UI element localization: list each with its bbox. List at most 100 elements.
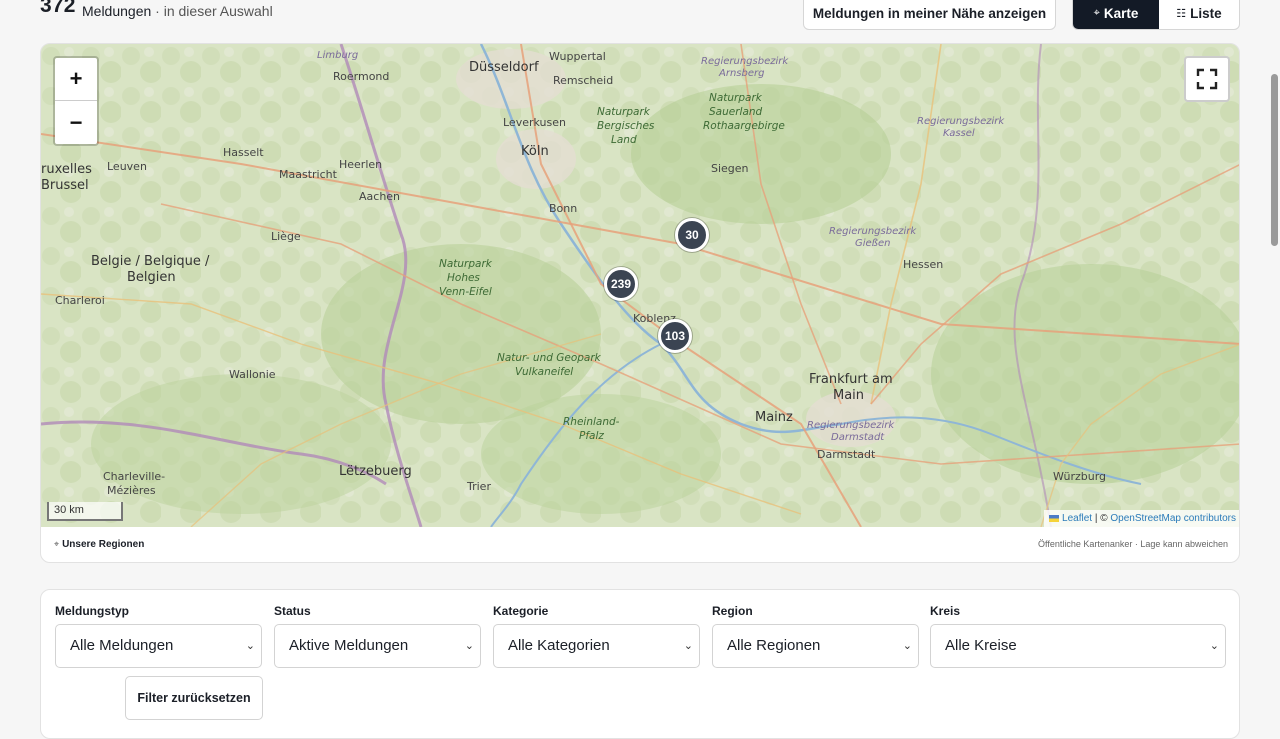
zoom-in-button[interactable]: + xyxy=(55,58,97,101)
page-scrollbar[interactable] xyxy=(1268,0,1280,720)
region-filter-value: Alle Regionen xyxy=(727,637,821,654)
map-view-button[interactable]: ⌖ Karte xyxy=(1073,0,1159,29)
place-label: Würzburg xyxy=(1053,470,1107,483)
osm-link[interactable]: OpenStreetMap contributors xyxy=(1110,513,1236,524)
place-label: Pfalz xyxy=(579,430,604,442)
place-label: Aachen xyxy=(359,190,401,203)
district-filter-label: Kreis xyxy=(930,604,961,618)
place-label: Remscheid xyxy=(553,74,614,87)
place-label: Main xyxy=(833,388,865,403)
marker-cluster[interactable]: 103 xyxy=(658,319,692,353)
map-canvas[interactable]: Düsseldorf Wuppertal Remscheid Leverkuse… xyxy=(41,44,1239,527)
zoom-control: + − xyxy=(53,56,99,146)
place-label: Charleroi xyxy=(55,294,105,307)
place-label: Bonn xyxy=(549,202,578,215)
place-label: Mézières xyxy=(107,484,156,497)
place-label: Gießen xyxy=(855,238,891,249)
leaflet-link[interactable]: Leaflet xyxy=(1062,513,1092,524)
place-label: Venn-Eifel xyxy=(439,286,492,298)
map-card: Düsseldorf Wuppertal Remscheid Leverkuse… xyxy=(40,43,1240,563)
status-filter-value: Aktive Meldungen xyxy=(289,637,409,654)
marker-cluster[interactable]: 239 xyxy=(604,267,638,301)
place-label: Regierungsbezirk xyxy=(917,116,1005,127)
type-filter-label: Meldungstyp xyxy=(55,604,129,618)
place-label: Regierungsbezirk xyxy=(807,420,895,431)
status-filter-select[interactable]: Aktive Meldungen ⌄ xyxy=(274,624,481,668)
place-label: Düsseldorf xyxy=(469,60,539,75)
chevron-down-icon: ⌄ xyxy=(245,640,255,652)
district-filter-value: Alle Kreise xyxy=(945,637,1017,654)
chevron-down-icon: ⌄ xyxy=(1209,640,1219,652)
fullscreen-icon xyxy=(1196,68,1218,90)
place-label: Naturpark xyxy=(597,106,650,118)
place-label: Köln xyxy=(521,144,549,159)
place-label: Belgien xyxy=(127,270,176,285)
crosshair-icon: ⌖ xyxy=(1093,6,1100,19)
place-label: Vulkaneifel xyxy=(515,366,574,378)
place-label: Rothaargebirge xyxy=(703,120,785,132)
place-label: Mainz xyxy=(755,410,793,425)
view-toggle: ⌖ Karte ☷ Liste xyxy=(1072,0,1240,30)
marker-cluster[interactable]: 30 xyxy=(675,218,709,252)
result-count: 372 xyxy=(40,0,76,17)
map-view-label: Karte xyxy=(1103,5,1139,21)
place-label: Frankfurt am xyxy=(809,372,893,387)
place-label: Wuppertal xyxy=(549,50,606,63)
place-label: Regierungsbezirk xyxy=(701,56,789,67)
type-filter-select[interactable]: Alle Meldungen ⌄ xyxy=(55,624,262,668)
place-label: Sauerland xyxy=(709,106,763,118)
map-attribution: Leaflet | © OpenStreetMap contributors xyxy=(1044,510,1239,527)
fullscreen-button[interactable] xyxy=(1184,56,1230,102)
place-label: Brussel xyxy=(41,178,89,193)
map-scale: 30 km xyxy=(47,502,123,521)
place-label: Darmstadt xyxy=(817,448,876,461)
show-nearby-button[interactable]: Meldungen in meiner Nähe anzeigen xyxy=(803,0,1056,30)
map-footer: ⌖ Unsere Regionen Öffentliche Kartenanke… xyxy=(41,527,1239,562)
filter-card: Meldungstyp Alle Meldungen ⌄ Status Akti… xyxy=(40,589,1240,739)
place-label: Liège xyxy=(271,230,301,243)
region-filter-select[interactable]: Alle Regionen ⌄ xyxy=(712,624,919,668)
count-label-main: Meldungen xyxy=(82,3,152,19)
place-label: Hohes xyxy=(447,272,480,284)
zoom-out-button[interactable]: − xyxy=(55,101,97,144)
place-label: Naturpark xyxy=(709,92,762,104)
place-label: Maastricht xyxy=(279,168,337,181)
chevron-down-icon: ⌄ xyxy=(464,640,474,652)
reset-filters-button[interactable]: Filter zurücksetzen xyxy=(125,676,263,720)
region-filter-label: Region xyxy=(712,604,753,618)
our-regions-link[interactable]: ⌖ Unsere Regionen xyxy=(54,539,144,550)
place-label: Arnsberg xyxy=(719,68,765,79)
place-label: Bergisches xyxy=(597,120,655,132)
place-label: Natur- und Geopark xyxy=(497,352,601,364)
category-filter-select[interactable]: Alle Kategorien ⌄ xyxy=(493,624,700,668)
count-label-sub: · in dieser Auswahl xyxy=(155,3,273,19)
place-label: Hasselt xyxy=(223,146,264,159)
place-label: Land xyxy=(611,134,637,146)
place-label: Leuven xyxy=(107,160,147,173)
place-label: Limburg xyxy=(317,50,359,61)
type-filter-value: Alle Meldungen xyxy=(70,637,174,654)
ukraine-flag-icon xyxy=(1049,514,1060,522)
place-label: Lëtzebuerg xyxy=(339,464,412,479)
scrollbar-thumb[interactable] xyxy=(1271,74,1278,246)
place-label: Belgie / Belgique / xyxy=(91,254,210,269)
results-header: 372 Meldungen · in dieser Auswahl Meldun… xyxy=(0,0,1280,36)
status-filter-label: Status xyxy=(274,604,311,618)
place-label: Kassel xyxy=(943,128,975,139)
place-label: Roermond xyxy=(333,70,390,83)
place-label: Darmstadt xyxy=(831,432,885,443)
place-label: Regierungsbezirk xyxy=(829,226,917,237)
place-label: Hessen xyxy=(903,258,944,271)
list-view-button[interactable]: ☷ Liste xyxy=(1159,0,1239,29)
district-filter-select[interactable]: Alle Kreise ⌄ xyxy=(930,624,1226,668)
chevron-down-icon: ⌄ xyxy=(683,640,693,652)
chevron-down-icon: ⌄ xyxy=(902,640,912,652)
place-label: Charleville- xyxy=(103,470,166,483)
list-icon: ☷ xyxy=(1176,7,1187,20)
list-view-label: Liste xyxy=(1190,5,1222,21)
place-label: Naturpark xyxy=(439,258,492,270)
place-label: Wallonie xyxy=(229,368,276,381)
place-label: Heerlen xyxy=(339,158,383,171)
place-label: ruxelles xyxy=(41,162,92,177)
our-regions-label: Unsere Regionen xyxy=(62,539,145,550)
